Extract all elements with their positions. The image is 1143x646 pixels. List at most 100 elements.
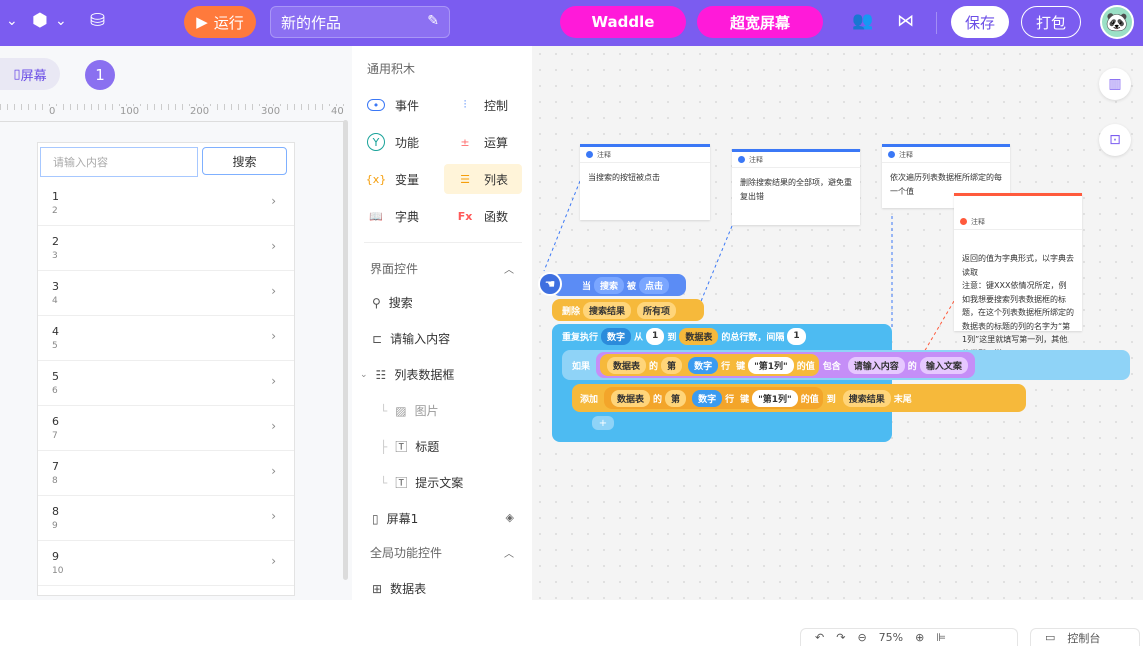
ui-item-hint[interactable]: └ 🅃 提示文案 — [380, 474, 463, 491]
screen-tab[interactable]: ▯ 屏幕 — [0, 58, 60, 90]
list-item[interactable]: 2 3 › — [38, 226, 294, 271]
category-event[interactable]: • 事件 — [355, 90, 435, 120]
divider — [364, 242, 522, 243]
scrollbar[interactable] — [343, 120, 348, 580]
ui-item-search[interactable]: ⚲ 搜索 — [372, 294, 413, 311]
variable-icon: {x} — [365, 172, 387, 186]
list-item[interactable]: 6 7 › — [38, 406, 294, 451]
chevron-right-icon: › — [271, 194, 276, 208]
chevron-down-icon[interactable]: ⌄ — [55, 13, 67, 29]
add-branch-icon[interactable]: + — [592, 416, 614, 430]
ruler: 0 100 200 300 40 — [0, 104, 346, 122]
contains-expression[interactable]: 数据表 的 第 数字 行 键 "第1列" 的值 包含 请输入内容 的 输入文案 — [596, 352, 975, 378]
list-icon: ☰ — [460, 172, 470, 186]
search-button[interactable]: 搜索 — [202, 147, 287, 175]
list-item[interactable]: 8 9 › — [38, 496, 294, 541]
category-control[interactable]: ⫶ 控制 — [444, 90, 524, 120]
users-icon[interactable]: 👥 — [852, 11, 873, 31]
search-component-icon: ⚲ — [372, 295, 381, 310]
info-icon — [888, 151, 895, 158]
chevron-up-icon[interactable]: ︿ — [504, 545, 514, 560]
database-icon[interactable]: ⛁ — [90, 10, 105, 31]
if-header: 如果 数据表 的 第 数字 行 键 "第1列" 的值 包含 请输入内容 的 输入… — [562, 350, 1130, 380]
dictionary-icon: 📖 — [369, 209, 383, 223]
list-item[interactable]: 3 4 › — [38, 271, 294, 316]
list-item[interactable]: 1 2 › — [38, 181, 294, 226]
list-item[interactable]: 9 10 › — [38, 541, 294, 586]
table-icon: ⊞ — [372, 581, 383, 596]
list-item[interactable]: 7 8 › — [38, 451, 294, 496]
pack-button[interactable]: 打包 — [1021, 6, 1081, 38]
console-icon: ▭ — [1045, 631, 1056, 644]
comment-note[interactable]: 注释 返回的值为字典形式，以字典去读取 注意：键XXX依情况所定，例如我想要搜索… — [954, 193, 1082, 358]
phone-icon: ▯ — [372, 511, 379, 526]
list-component-icon: ☷ — [375, 367, 387, 382]
zoom-out-icon[interactable]: ⊖ — [857, 631, 866, 644]
chevron-down-icon: ⌄ — [360, 369, 368, 380]
chevron-up-icon[interactable]: ︿ — [504, 261, 514, 276]
category-function[interactable]: Y 功能 — [355, 127, 435, 157]
redo-icon[interactable]: ↷ — [836, 631, 845, 644]
zoom-in-icon[interactable]: ⊕ — [915, 631, 924, 644]
project-title-field[interactable]: 新的作品 ✎ — [270, 6, 450, 38]
phone-preview: 请输入内容 搜索 1 2 › 2 3 › 3 4 › 4 5 › 5 6 › 6 7 › 7 8 › 8 9 ›… — [37, 142, 295, 596]
ui-item-input[interactable]: ⊏ 请输入内容 — [372, 330, 450, 347]
global-item-datatable[interactable]: ⊞ 数据表 — [372, 580, 426, 597]
comment-note[interactable]: 注释 当搜索的按钮被点击 — [580, 144, 710, 220]
category-fx[interactable]: Fx 函数 — [444, 201, 524, 231]
run-button[interactable]: ▶ 运行 — [184, 6, 256, 38]
divider — [936, 12, 937, 34]
zoom-toolbar: ↶ ↷ ⊖ 75% ⊕ ⊫ — [800, 628, 1018, 646]
ui-item-listbox[interactable]: ⌄ ☷ 列表数据框 — [360, 366, 454, 383]
repeat-header: 重复执行 数字 从 1 到 数据表 的总行数 ，间隔 1 — [552, 324, 892, 348]
screen-number-badge[interactable]: 1 — [85, 60, 115, 90]
screen-icon: ▯ — [13, 66, 21, 82]
ui-item-image[interactable]: └ ▨ 图片 — [380, 402, 439, 419]
text-icon: 🅃 — [395, 476, 408, 490]
chevron-right-icon: › — [271, 554, 276, 568]
category-variable[interactable]: {x} 变量 — [355, 164, 435, 194]
category-dictionary[interactable]: 📖 字典 — [355, 201, 435, 231]
undo-icon[interactable]: ↶ — [815, 631, 824, 644]
chevron-right-icon: › — [271, 419, 276, 433]
top-bar: ⌄ ⬢ ⌄ ⛁ ▶ 运行 新的作品 ✎ Waddle 超宽屏幕 👥 ⋈ 保存 打包 … — [0, 0, 1143, 46]
delete-block[interactable]: 删除 搜索结果 所有项 — [552, 299, 704, 321]
text-icon: 🅃 — [395, 440, 408, 454]
list-item[interactable]: 5 6 › — [38, 361, 294, 406]
chevron-down-icon[interactable]: ⌄ — [6, 13, 18, 29]
comment-note[interactable]: 注释 删除搜索结果的全部项，避免重复出错 — [732, 149, 860, 225]
code-canvas[interactable]: ▥ ⊡ 注释 当搜索的按钮被点击 注释 删除搜索结果的全部项，避免重复出错 注释… — [532, 46, 1143, 646]
add-block[interactable]: 添加 数据表 的 第 数字 行 键 "第1列" 的值 到 搜索结果 末尾 — [572, 384, 1026, 412]
cube-icon[interactable]: ⬢ — [32, 10, 48, 31]
avatar[interactable]: 🐼 — [1100, 5, 1134, 39]
category-operator[interactable]: ± 运算 — [444, 127, 524, 157]
layers-icon[interactable]: ◈ — [506, 511, 514, 524]
chevron-right-icon: › — [271, 239, 276, 253]
chevron-right-icon: › — [271, 464, 276, 478]
save-button[interactable]: 保存 — [951, 6, 1009, 38]
section-title: 界面控件 — [370, 262, 419, 276]
widescreen-button[interactable]: 超宽屏幕 — [697, 6, 823, 38]
waddle-button[interactable]: Waddle — [560, 6, 686, 38]
category-list[interactable]: ☰ 列表 — [444, 164, 522, 194]
list-item[interactable]: 4 5 › — [38, 316, 294, 361]
fx-icon: Fx — [457, 209, 473, 223]
chevron-right-icon: › — [271, 284, 276, 298]
edit-icon[interactable]: ✎ — [427, 13, 439, 29]
info-icon — [586, 151, 593, 158]
ui-item-screen1[interactable]: ▯ 屏幕1 — [372, 510, 418, 527]
event-block[interactable]: 当 搜索 被 点击 — [552, 274, 686, 296]
section-title: 全局功能控件 — [370, 546, 443, 560]
ui-item-title[interactable]: ├ 🅃 标题 — [380, 438, 439, 455]
pointer-hand-icon[interactable]: ☚ — [538, 272, 562, 296]
input-component-icon: ⊏ — [372, 331, 383, 346]
chevron-right-icon: › — [271, 329, 276, 343]
section-title: 通用积木 — [367, 62, 416, 76]
align-icon[interactable]: ⊫ — [936, 631, 946, 644]
play-icon: ▶ — [196, 13, 208, 31]
console-button[interactable]: ▭ 控制台 — [1030, 628, 1140, 646]
function-icon: Y — [367, 133, 385, 151]
chevron-right-icon: › — [271, 374, 276, 388]
share-icon[interactable]: ⋈ — [897, 11, 914, 31]
search-input[interactable]: 请输入内容 — [40, 147, 198, 177]
